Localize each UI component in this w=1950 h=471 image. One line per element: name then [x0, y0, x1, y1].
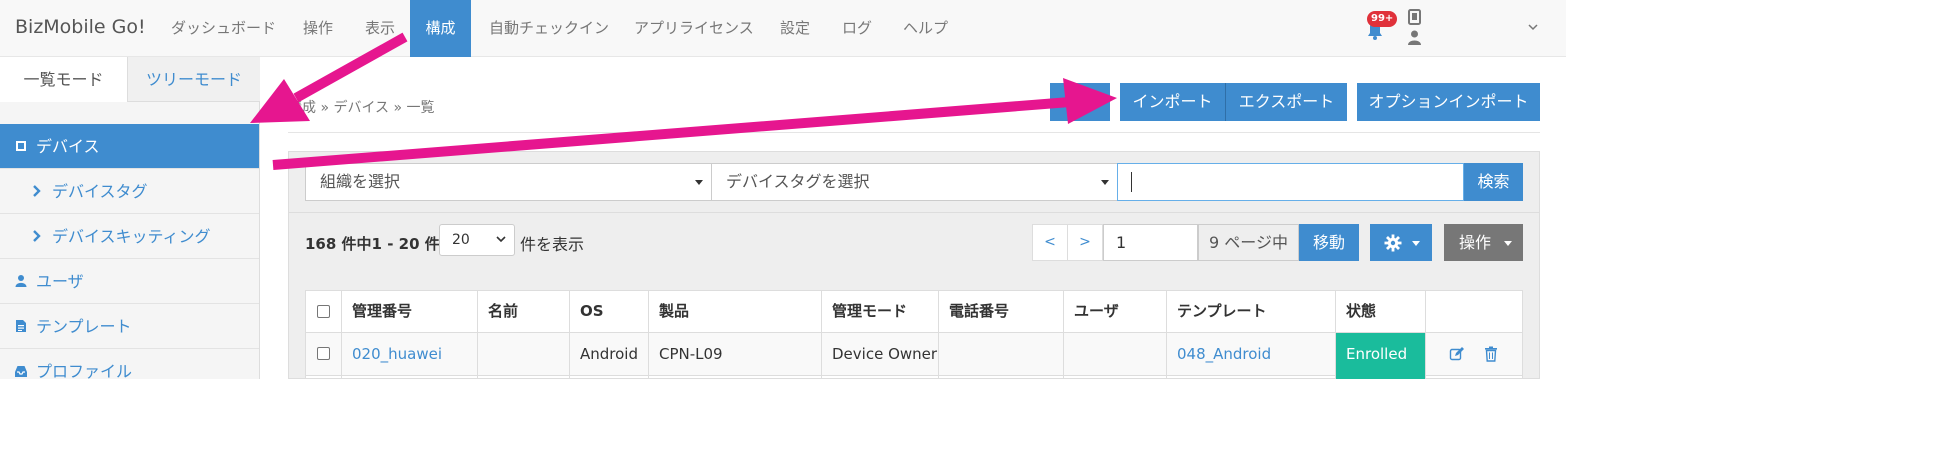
prev-page-button[interactable]: <: [1032, 224, 1068, 261]
caret-down-icon: [1101, 180, 1109, 185]
per-page-select[interactable]: 20: [439, 224, 515, 256]
nav-view[interactable]: 表示: [348, 0, 412, 57]
device-user-icon[interactable]: [1405, 8, 1425, 48]
nav-app-license[interactable]: アプリライセンス: [617, 0, 771, 57]
brand-logo[interactable]: BizMobile Go!: [15, 16, 146, 38]
settings-dropdown-button[interactable]: [1370, 224, 1432, 261]
search-button[interactable]: 検索: [1464, 163, 1523, 201]
cell-product: CPN-L09: [659, 345, 723, 363]
cell-phone: [939, 333, 949, 375]
column-header-user[interactable]: ユーザ: [1064, 290, 1119, 332]
operations-dropdown-button[interactable]: 操作: [1444, 224, 1523, 261]
sidebar-item-label: ユーザ: [36, 272, 84, 291]
cell-user: [1064, 333, 1074, 375]
option-import-button[interactable]: オプションインポート: [1357, 83, 1540, 121]
row-checkbox[interactable]: [317, 347, 330, 360]
sidebar-item-label: プロファイル: [36, 362, 133, 379]
column-header-template[interactable]: テンプレート: [1167, 290, 1267, 332]
column-header-product[interactable]: 製品: [649, 290, 689, 332]
device-tag-select-value: デバイスタグを選択: [726, 172, 870, 191]
operations-label: 操作: [1459, 233, 1492, 252]
inbox-icon: [15, 366, 27, 377]
cell-os: Android: [580, 345, 638, 363]
tab-list-mode[interactable]: 一覧モード: [0, 57, 128, 102]
export-button[interactable]: エクスポート: [1226, 83, 1347, 121]
user-icon: [15, 275, 27, 287]
nav-operations[interactable]: 操作: [286, 0, 350, 57]
next-page-button[interactable]: >: [1067, 224, 1103, 261]
nav-logs[interactable]: ログ: [825, 0, 889, 57]
total-pages-label: 9 ページ中: [1198, 224, 1299, 261]
trash-icon[interactable]: [1484, 346, 1498, 362]
sidebar-item-label: テンプレート: [36, 317, 132, 336]
nav-dashboard[interactable]: ダッシュボード: [154, 0, 293, 57]
chevron-right-icon: [33, 230, 41, 242]
sidebar-item-label: デバイス: [36, 137, 100, 156]
caret-down-icon: [1504, 241, 1512, 246]
column-header-name[interactable]: 名前: [478, 290, 518, 332]
divider: [289, 212, 1539, 213]
notification-badge: 99+: [1367, 11, 1398, 27]
chevron-down-icon[interactable]: [1526, 20, 1540, 34]
tab-tree-mode[interactable]: ツリーモード: [128, 57, 260, 102]
sidebar-item-label: デバイスキッティング: [52, 227, 211, 246]
import-button[interactable]: インポート: [1120, 83, 1226, 121]
sidebar-item-devices[interactable]: デバイス: [0, 124, 259, 169]
status-badge: Enrolled: [1336, 333, 1425, 379]
cell-name: [478, 333, 488, 375]
organization-select[interactable]: 組織を選択: [305, 163, 712, 201]
cell-mode: Device Owner: [832, 345, 938, 363]
page-number-input[interactable]: 1: [1103, 224, 1198, 261]
cell-template[interactable]: 048_Android: [1167, 333, 1271, 375]
device-tag-select[interactable]: デバイスタグを選択: [711, 163, 1118, 201]
nav-auto-checkin[interactable]: 自動チェックイン: [472, 0, 626, 57]
sidebar-item-label: デバイスタグ: [52, 182, 148, 201]
cell-device-id[interactable]: 020_huawei: [342, 333, 442, 375]
divider: [1425, 290, 1426, 379]
divider: [288, 132, 1540, 133]
per-page-label: 件を表示: [520, 235, 585, 254]
select-all-checkbox[interactable]: [317, 305, 330, 318]
result-count: 168 件中1 - 20 件: [305, 235, 440, 253]
nav-configuration[interactable]: 構成: [410, 0, 471, 57]
square-icon: [16, 141, 26, 151]
caret-down-icon: [1412, 241, 1420, 246]
chevron-right-icon: [33, 185, 41, 197]
column-header-os[interactable]: OS: [570, 290, 604, 332]
sidebar-item-device-tags[interactable]: デバイスタグ: [0, 169, 259, 214]
organization-select-value: 組織を選択: [320, 172, 401, 191]
sidebar-item-profiles[interactable]: プロファイル: [0, 349, 259, 379]
column-header-id[interactable]: 管理番号: [342, 290, 412, 332]
column-header-phone[interactable]: 電話番号: [939, 290, 1009, 332]
breadcrumb: 構成 » デバイス » 一覧: [288, 100, 435, 116]
chevron-down-icon: [496, 236, 506, 243]
edit-icon[interactable]: [1449, 346, 1465, 362]
file-icon: [16, 320, 26, 332]
nav-help[interactable]: ヘルプ: [886, 0, 965, 57]
sidebar-item-templates[interactable]: テンプレート: [0, 304, 259, 349]
sidebar-item-device-kitting[interactable]: デバイスキッティング: [0, 214, 259, 259]
move-page-button[interactable]: 移動: [1299, 224, 1359, 261]
per-page-value: 20: [452, 232, 470, 248]
text-cursor: [1131, 172, 1132, 192]
blank-button[interactable]: [1050, 83, 1110, 121]
sidebar-item-users[interactable]: ユーザ: [0, 259, 259, 304]
column-header-mode[interactable]: 管理モード: [822, 290, 907, 332]
nav-settings[interactable]: 設定: [763, 0, 827, 57]
caret-down-icon: [695, 180, 703, 185]
gear-icon: [1384, 234, 1402, 252]
search-input[interactable]: [1117, 163, 1464, 201]
column-header-status[interactable]: 状態: [1336, 290, 1376, 332]
